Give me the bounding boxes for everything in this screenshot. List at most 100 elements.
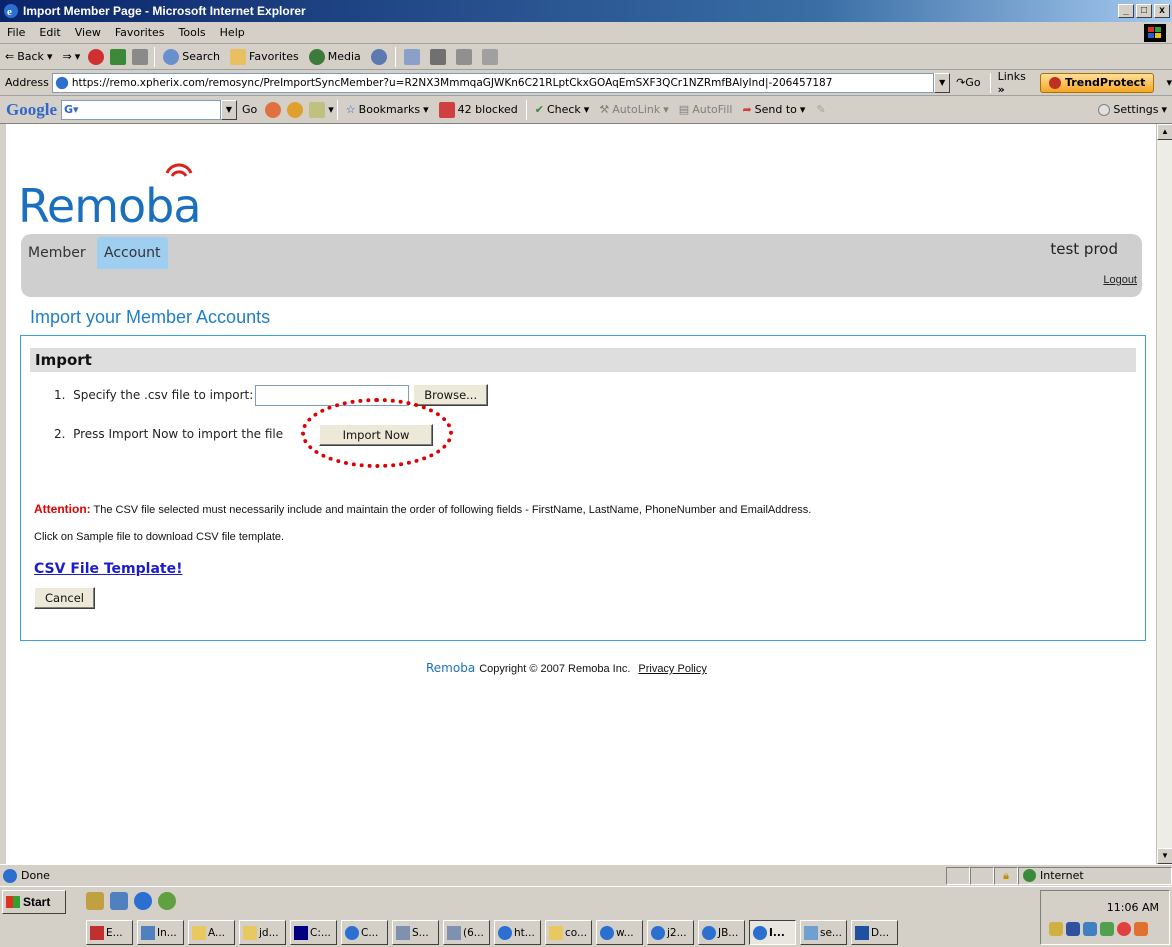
tray-app-icon[interactable] [1083, 922, 1097, 936]
cancel-button[interactable]: Cancel [34, 587, 95, 609]
forward-button[interactable]: ⇒ ▾ [57, 50, 85, 63]
autolink-button[interactable]: ⚒ AutoLink ▾ [594, 103, 673, 116]
spell-icon[interactable] [287, 101, 304, 118]
ie-icon [600, 925, 614, 940]
history-icon[interactable] [370, 48, 387, 65]
menu-tools[interactable]: Tools [172, 26, 213, 39]
ie-icon [498, 925, 512, 940]
bookmarks-button[interactable]: ☆ Bookmarks ▾ [341, 103, 434, 116]
discuss-icon[interactable] [481, 48, 498, 65]
tab-account[interactable]: Account [97, 237, 168, 269]
task-button[interactable]: co... [545, 920, 592, 945]
scroll-up-button[interactable]: ▲ [1157, 124, 1172, 140]
maximize-button[interactable]: □ [1136, 4, 1152, 18]
chevron-down-icon[interactable]: ▾ [1166, 76, 1172, 89]
task-button[interactable]: w... [596, 920, 643, 945]
quick-launch-icon[interactable] [110, 892, 128, 910]
clock[interactable]: 11:06 AM [1107, 901, 1159, 914]
go-button[interactable]: ↷Go [950, 76, 986, 89]
menu-help[interactable]: Help [213, 26, 252, 39]
status-cell [970, 866, 994, 885]
menu-view[interactable]: View [68, 26, 108, 39]
menu-favorites[interactable]: Favorites [108, 26, 172, 39]
logout-link[interactable]: Logout [1103, 274, 1137, 286]
task-button[interactable]: E... [86, 920, 133, 945]
task-label: se... [820, 926, 842, 939]
quick-launch-icon[interactable] [158, 892, 176, 910]
network-icon[interactable] [1066, 922, 1080, 936]
browse-button[interactable]: Browse... [413, 384, 489, 406]
popup-blocker-button[interactable]: 42 blocked [434, 101, 523, 118]
google-go-button[interactable]: Go [237, 103, 262, 116]
title-bar: e Import Member Page - Microsoft Interne… [0, 0, 1172, 22]
print-icon[interactable] [429, 48, 446, 65]
taskbar: Start E... In... A... jd... C:... C... S… [0, 886, 1172, 947]
google-search-input[interactable]: G▾ [61, 99, 221, 120]
task-button[interactable]: JB... [698, 920, 745, 945]
refresh-icon[interactable] [110, 48, 127, 65]
minimize-button[interactable]: _ [1118, 4, 1134, 18]
trendprotect-icon [1049, 76, 1062, 89]
task-button[interactable]: ht... [494, 920, 541, 945]
import-now-button[interactable]: Import Now [319, 424, 433, 446]
task-button[interactable]: A... [188, 920, 235, 945]
google-logo[interactable]: Google [0, 100, 61, 120]
news-icon[interactable] [309, 101, 326, 118]
trendprotect-button[interactable]: TrendProtect [1040, 72, 1155, 93]
quick-launch-icon[interactable] [134, 892, 152, 910]
start-button[interactable]: Start [2, 890, 66, 914]
word-icon [855, 925, 869, 940]
send-to-label: Send to [754, 103, 797, 116]
privacy-policy-link[interactable]: Privacy Policy [638, 663, 706, 675]
address-input[interactable]: https://remo.xpherix.com/remosync/PreImp… [51, 72, 935, 93]
autofill-button[interactable]: ▤ AutoFill [674, 103, 738, 116]
close-button[interactable]: x [1154, 4, 1170, 18]
quick-launch-icon[interactable] [86, 892, 104, 910]
task-button[interactable]: j2... [647, 920, 694, 945]
search-button[interactable]: Search [158, 48, 225, 65]
send-to-button[interactable]: ➦ Send to ▾ [737, 103, 810, 116]
settings-button[interactable]: Settings ▾ [1093, 103, 1172, 116]
search-icon [163, 48, 180, 65]
vertical-scrollbar[interactable]: ▲ ▼ [1156, 124, 1172, 864]
csv-template-link[interactable]: CSV File Template! [34, 561, 182, 577]
pagerank-icon[interactable] [265, 101, 282, 118]
task-button[interactable]: jd... [239, 920, 286, 945]
task-button-active[interactable]: I... [749, 920, 796, 945]
back-button[interactable]: ⇐ Back ▾ [0, 50, 57, 63]
task-button[interactable]: C:... [290, 920, 337, 945]
spellcheck-button[interactable]: ✔ Check ▾ [530, 103, 595, 116]
links-button[interactable]: Links » [994, 70, 1040, 96]
menu-file[interactable]: File [0, 26, 32, 39]
stop-icon[interactable] [88, 48, 105, 65]
tray-app-icon[interactable] [1117, 922, 1131, 936]
tray-app-icon[interactable] [1134, 922, 1148, 936]
csv-file-input[interactable] [255, 384, 410, 406]
tray-app-icon[interactable] [1100, 922, 1114, 936]
page-viewport: Remoba Member Account test prod Logout I… [6, 124, 1156, 864]
tab-member[interactable]: Member [21, 237, 93, 269]
task-button[interactable]: S... [392, 920, 439, 945]
media-button[interactable]: Media [304, 48, 366, 65]
media-icon [308, 48, 325, 65]
task-button[interactable]: C... [341, 920, 388, 945]
address-dropdown-button[interactable]: ▼ [934, 72, 951, 93]
step-1: 1. Specify the .csv file to import: Brow… [54, 384, 489, 406]
home-icon[interactable] [132, 48, 149, 65]
highlight-icon[interactable]: ✎ [816, 103, 825, 116]
mail-icon[interactable] [403, 48, 420, 65]
favorites-button[interactable]: Favorites [225, 48, 304, 65]
task-button[interactable]: se... [800, 920, 847, 945]
scroll-down-button[interactable]: ▼ [1157, 848, 1172, 864]
menu-edit[interactable]: Edit [32, 26, 67, 39]
task-icon [804, 925, 818, 940]
chevron-down-icon[interactable]: ▾ [328, 103, 334, 116]
edit-icon[interactable] [455, 48, 472, 65]
settings-label: Settings [1113, 103, 1159, 116]
google-search-dropdown[interactable]: ▼ [221, 99, 237, 120]
volume-icon[interactable] [1049, 922, 1063, 936]
task-button[interactable]: (6... [443, 920, 490, 945]
task-buttons: E... In... A... jd... C:... C... S... (6… [86, 920, 898, 945]
task-button[interactable]: In... [137, 920, 184, 945]
task-button[interactable]: D... [851, 920, 898, 945]
